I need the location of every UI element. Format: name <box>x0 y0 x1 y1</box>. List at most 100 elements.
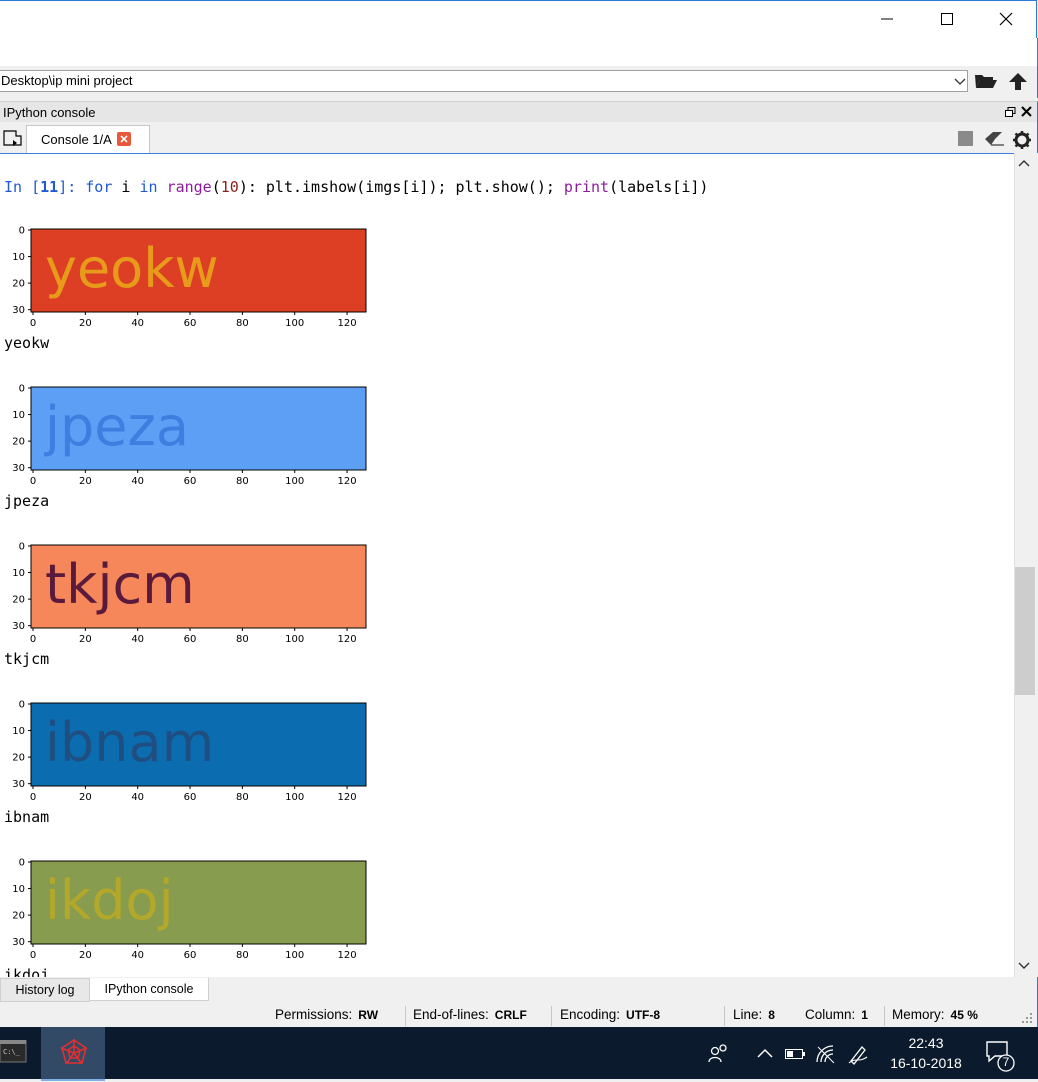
clock-time: 22:43 <box>908 1035 944 1051</box>
pane-header: IPython console <box>0 101 1038 123</box>
command-prompt-taskbar-icon[interactable]: C:\_ <box>0 1039 28 1071</box>
clock-date: 16-10-2018 <box>890 1055 962 1071</box>
x-tick-label: 80 <box>236 476 249 484</box>
y-tick-label: 20 <box>12 595 25 606</box>
maximize-button[interactable] <box>924 0 970 38</box>
x-tick-label: 120 <box>338 318 357 326</box>
status-divider <box>405 1006 406 1026</box>
captcha-image-plot: jpeza 0 20 40 60 80 100 120 0 10 20 30 <box>12 384 367 484</box>
printed-label: ibnam <box>4 808 50 826</box>
clock[interactable]: 22:43 16-10-2018 <box>888 1033 964 1073</box>
close-button[interactable] <box>983 0 1029 38</box>
spider-web-icon <box>60 1039 88 1065</box>
scroll-down-icon[interactable] <box>1017 959 1031 978</box>
captcha-image-plot: ikdoj 0 20 40 60 80 100 120 0 10 20 30 <box>12 858 367 958</box>
scrollbar-thumb[interactable] <box>1015 567 1035 695</box>
y-tick-label: 0 <box>19 384 25 395</box>
x-tick-label: 120 <box>338 476 357 484</box>
x-tick-label: 60 <box>184 318 197 326</box>
working-directory-combo[interactable]: Desktop\ip mini project <box>0 70 968 92</box>
x-tick-label: 120 <box>338 792 357 800</box>
x-tick-label: 100 <box>285 318 304 326</box>
parent-directory-icon[interactable] <box>1008 71 1028 96</box>
chevron-down-icon[interactable] <box>952 72 968 95</box>
y-tick-label: 0 <box>19 542 25 553</box>
captcha-text: ibnam <box>45 711 214 774</box>
x-tick-label: 100 <box>285 634 304 642</box>
spyder-taskbar-button[interactable] <box>41 1027 105 1081</box>
tab-console-1a[interactable]: Console 1/A <box>26 125 150 153</box>
x-tick-label: 100 <box>285 950 304 958</box>
x-tick-label: 60 <box>184 476 197 484</box>
tab-label: Console 1/A <box>41 132 112 147</box>
people-icon[interactable] <box>708 1043 730 1070</box>
notification-count-badge: 7 <box>1002 1055 1010 1069</box>
console-output-area[interactable]: In [11]: for i in range(10): plt.imshow(… <box>0 153 1014 978</box>
stop-icon[interactable] <box>958 131 974 152</box>
x-tick-label: 80 <box>236 950 249 958</box>
captcha-text: ikdoj <box>45 869 174 932</box>
x-tick-label: 40 <box>131 318 144 326</box>
minimize-button[interactable] <box>864 0 910 38</box>
undock-icon[interactable] <box>1005 105 1016 123</box>
x-tick-label: 0 <box>30 476 36 484</box>
eraser-icon[interactable] <box>983 131 1005 152</box>
close-icon <box>999 12 1013 26</box>
gear-icon[interactable] <box>1012 130 1032 155</box>
open-folder-icon[interactable] <box>974 71 998 96</box>
captcha-image-plot: ibnam 0 20 40 60 80 100 120 0 10 20 30 <box>12 700 367 800</box>
status-column: Column: 1 <box>805 1007 868 1022</box>
x-tick-label: 0 <box>30 318 36 326</box>
x-tick-label: 20 <box>79 476 92 484</box>
x-tick-label: 40 <box>131 792 144 800</box>
y-tick-label: 30 <box>12 463 25 474</box>
tab-ipython-console-label: IPython console <box>104 982 194 996</box>
chevron-up-icon[interactable] <box>756 1046 774 1065</box>
battery-icon[interactable] <box>785 1047 807 1066</box>
captcha-image-plot: yeokw 0 20 40 60 80 100 120 0 10 20 30 <box>12 226 367 326</box>
printed-label: yeokw <box>4 334 50 352</box>
x-tick-label: 20 <box>79 318 92 326</box>
browse-tabs-icon[interactable] <box>3 130 23 152</box>
working-directory-value: Desktop\ip mini project <box>1 73 133 88</box>
y-tick-label: 10 <box>12 568 25 579</box>
captcha-text: tkjcm <box>45 553 195 616</box>
console-tabs-row <box>0 122 1038 153</box>
maximize-icon <box>941 13 953 25</box>
status-permissions: Permissions: RW <box>275 1007 379 1022</box>
x-tick-label: 40 <box>131 634 144 642</box>
status-encoding: Encoding: UTF-8 <box>560 1007 661 1022</box>
x-tick-label: 20 <box>79 792 92 800</box>
x-tick-label: 0 <box>30 950 36 958</box>
x-tick-label: 120 <box>338 950 357 958</box>
y-tick-label: 30 <box>12 621 25 632</box>
status-divider <box>724 1006 725 1026</box>
close-pane-icon[interactable] <box>1021 104 1032 122</box>
captcha-image-plot: tkjcm 0 20 40 60 80 100 120 0 10 20 30 <box>12 542 367 642</box>
y-tick-label: 30 <box>12 937 25 948</box>
y-tick-label: 10 <box>12 410 25 421</box>
x-tick-label: 60 <box>184 792 197 800</box>
vertical-scrollbar[interactable] <box>1014 153 1037 977</box>
captcha-text: yeokw <box>45 237 219 300</box>
close-tab-icon[interactable] <box>117 132 131 149</box>
x-tick-label: 120 <box>338 634 357 642</box>
tab-history-log[interactable]: History log <box>0 978 90 1002</box>
x-tick-label: 40 <box>131 950 144 958</box>
y-tick-label: 10 <box>12 726 25 737</box>
status-line: Line: 8 <box>733 1007 775 1022</box>
x-tick-label: 60 <box>184 634 197 642</box>
minimize-icon <box>881 18 893 20</box>
scroll-up-icon[interactable] <box>1017 156 1031 175</box>
x-tick-label: 60 <box>184 950 197 958</box>
y-tick-label: 10 <box>12 252 25 263</box>
x-tick-label: 20 <box>79 634 92 642</box>
svg-text:C:\_: C:\_ <box>3 1048 21 1056</box>
pen-icon[interactable] <box>847 1043 871 1070</box>
wifi-icon[interactable] <box>815 1044 837 1069</box>
status-eol: End-of-lines: CRLF <box>413 1007 527 1022</box>
x-tick-label: 0 <box>30 634 36 642</box>
pane-title: IPython console <box>3 105 96 120</box>
x-tick-label: 80 <box>236 792 249 800</box>
tab-ipython-console[interactable]: IPython console <box>89 978 209 1001</box>
